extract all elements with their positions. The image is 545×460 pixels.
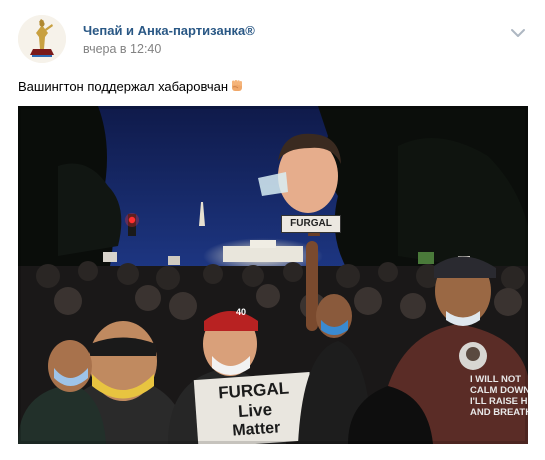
post-timestamp[interactable]: вчера в 12:40 [83, 42, 161, 56]
avatar[interactable] [18, 15, 66, 63]
cap-text: 40 [236, 307, 247, 317]
post-text: Вашингтон поддержал хабаровчан [18, 78, 245, 97]
tshirt-line-2: CALM DOWN. [470, 385, 528, 396]
monument-avatar-image [18, 15, 66, 63]
placard: FURGAL Live Matter [198, 378, 312, 442]
post-text-content: Вашингтон поддержал хабаровчан [18, 79, 229, 94]
author-name-link[interactable]: Чепай и Анка-партизанка® [83, 23, 255, 38]
tshirt-line-3: I'LL RAISE HELL [470, 396, 528, 407]
tshirt-line-4: AND BREATHE [470, 407, 528, 418]
tshirt-text: I WILL NOT CALM DOWN. I'LL RAISE HELL AN… [470, 374, 528, 418]
wall-post: Чепай и Анка-партизанка® вчера в 12:40 В… [0, 0, 545, 460]
tshirt-line-1: I WILL NOT [470, 374, 522, 385]
raised-fist-emoji [229, 78, 245, 97]
post-photo[interactable]: FURGAL FURGAL Live Matter 40 I WILL NOT … [18, 106, 528, 444]
chevron-down-icon[interactable] [509, 26, 527, 40]
head-sign-text: FURGAL [281, 215, 341, 233]
